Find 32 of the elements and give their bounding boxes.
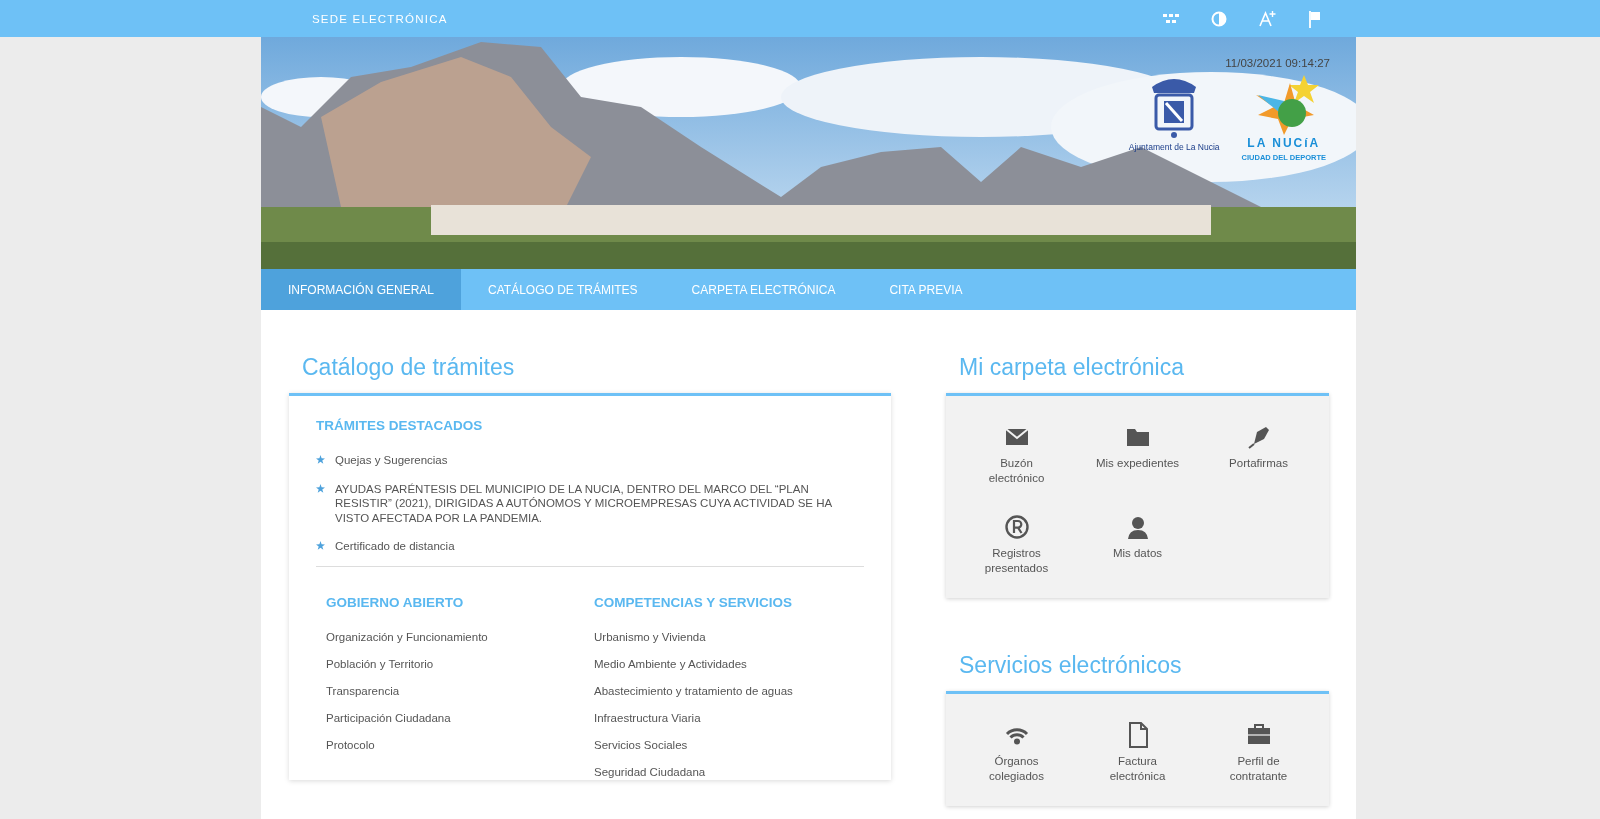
section-heading: COMPETENCIAS Y SERVICIOS [594,594,794,610]
section-heading: GOBIERNO ABIERTO [326,594,465,610]
service-tile[interactable]: Factura electrónica [1077,722,1198,784]
service-tile[interactable]: Perfil de contratante [1198,722,1319,784]
category-link[interactable]: Medio Ambiente y Actividades [594,656,747,672]
section-title: Catálogo de trámites [302,354,516,381]
section-title: Mi carpeta electrónica [959,354,1185,381]
service-tile[interactable]: Portafirmas [1198,424,1319,486]
category-link[interactable]: Población y Territorio [326,656,434,672]
date-time: 11/03/2021 09:14:27 [1225,57,1330,69]
site-title: SEDE ELECTRÓNICA [312,12,449,25]
featured-procedure-link[interactable]: Quejas y Sugerencias [335,453,448,468]
category-link[interactable]: Seguridad Ciudadana [594,764,706,780]
category-link[interactable]: Servicios Sociales [594,737,688,753]
category-link[interactable]: Organización y Funcionamiento [326,629,488,645]
section-title: Servicios electrónicos [959,652,1183,679]
section-heading: TRÁMITES DESTACADOS [316,418,484,433]
brand-name: LA NUCíA [1247,136,1321,150]
featured-procedure-link[interactable]: Certificado de distancia [335,539,455,554]
service-tile[interactable]: Registros presentados [956,514,1077,576]
service-tile[interactable]: Órganos colegiados [956,722,1077,784]
council-caption: Ajuntament de La Nucia [1128,142,1220,152]
service-tile[interactable]: Buzón electrónico [956,424,1077,486]
featured-procedure-link[interactable]: AYUDAS PARÉNTESIS DEL MUNICIPIO DE LA NUCIA, DENTRO DEL MARCO DEL “PLAN RESISTIR” (2021), DIRIGIDAS A AUTÓNOMOS Y MICROEMPRESAS CUYA ACTIVIDAD SE HA VISTO AFECTADA POR LA PANDEMIA. [335,481,864,525]
category-link[interactable]: Abastecimiento y tratamiento de aguas [594,683,793,699]
category-link[interactable]: Urbanismo y Vivienda [594,629,706,645]
service-tile[interactable]: Mis datos [1077,514,1198,576]
category-link[interactable]: Protocolo [326,737,375,753]
service-tile[interactable]: Mis expedientes [1077,424,1198,486]
category-link[interactable]: Transparencia [326,683,400,699]
category-link[interactable]: Infraestructura Viaria [594,710,701,726]
category-link[interactable]: Participación Ciudadana [326,710,451,726]
